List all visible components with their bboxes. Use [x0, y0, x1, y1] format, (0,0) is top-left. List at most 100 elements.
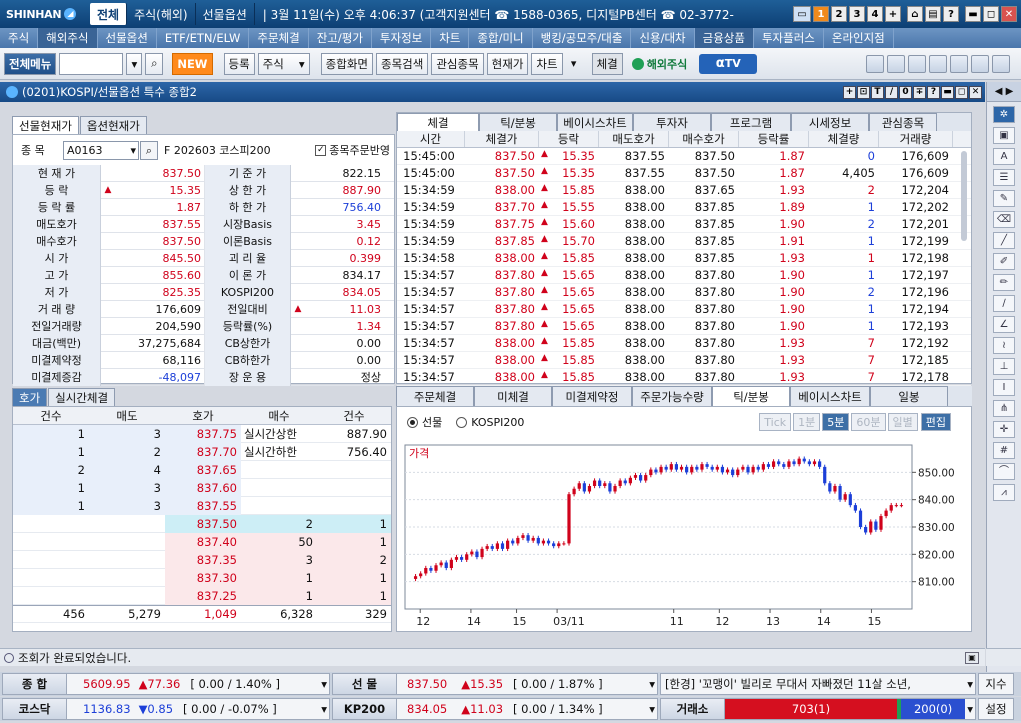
close-button[interactable]: ✕: [1001, 6, 1017, 22]
exchange-bar[interactable]: 거래소 703(1) 200(0) ▾: [660, 698, 976, 720]
monitor-icon[interactable]: ▭: [793, 6, 811, 22]
tab-hoga[interactable]: 호가: [12, 388, 48, 406]
tick-tab[interactable]: 투자자: [633, 113, 711, 131]
page-1-button[interactable]: 1: [813, 6, 829, 22]
page-3-button[interactable]: 3: [849, 6, 865, 22]
print-icon[interactable]: [866, 54, 884, 73]
radio-kospi200[interactable]: [456, 416, 468, 428]
rail-pen-icon[interactable]: ✐: [993, 253, 1015, 270]
overview-button[interactable]: 종합화면: [320, 52, 373, 75]
menu-item-products[interactable]: 금융상품: [694, 28, 754, 48]
layout-load-icon[interactable]: [950, 54, 968, 73]
lock-icon[interactable]: [971, 54, 989, 73]
menu-item-credit[interactable]: 신용/대차: [631, 28, 695, 48]
rail-marker-icon[interactable]: ✏: [993, 274, 1015, 291]
tick-tab[interactable]: 프로그램: [711, 113, 791, 131]
help-icon[interactable]: ?: [943, 6, 959, 22]
menu-item-plus[interactable]: 투자플러스: [754, 28, 824, 48]
window-add-button[interactable]: +: [843, 85, 856, 99]
ask-price[interactable]: 837.70: [165, 442, 241, 461]
rail-fib-icon[interactable]: ⋔: [993, 400, 1015, 417]
menu-item-overseas[interactable]: 해외주식: [38, 28, 98, 48]
rail-zigzag-icon[interactable]: ≀: [993, 337, 1015, 354]
price-chart[interactable]: 가격 850.00 840.00 830.00 820.00 810.00 12 14 15 03…: [397, 437, 971, 631]
menu-item-info[interactable]: 투자정보: [372, 28, 432, 48]
ticker-futures[interactable]: 선 물 837.50 ▲15.35 [ 0.00 / 1.87% ] ▾: [332, 673, 658, 695]
rail-gear-icon[interactable]: ✲: [993, 106, 1015, 123]
rail-list-icon[interactable]: ☰: [993, 169, 1015, 186]
page-add-button[interactable]: +: [885, 6, 901, 22]
register-button[interactable]: 등록: [223, 52, 255, 75]
chevron-down-icon[interactable]: ▾: [321, 702, 329, 716]
ticker-kosdaq[interactable]: 코스닥 1136.83 ▼0.85 [ 0.00 / -0.07% ] ▾: [2, 698, 330, 720]
menu-item-stock[interactable]: 주식: [0, 28, 39, 48]
category-select[interactable]: 주식 ▾: [257, 52, 310, 75]
window-close-button[interactable]: ✕: [969, 85, 982, 99]
index-button[interactable]: 지수: [978, 673, 1014, 695]
rail-cross-icon[interactable]: ✛: [993, 421, 1015, 438]
more-icon[interactable]: ▾: [566, 57, 582, 70]
menu-item-mini[interactable]: 종합/미니: [469, 28, 533, 48]
ticker-composite[interactable]: 종 합 5609.95 ▲77.36 [ 0.00 / 1.40% ] ▾: [2, 673, 330, 695]
window-pin-button[interactable]: ∓: [913, 85, 926, 99]
min60-button[interactable]: 60분: [851, 413, 886, 431]
chart-tab[interactable]: 미결제약정: [552, 386, 632, 406]
chevron-down-icon[interactable]: ▾: [649, 702, 657, 716]
rail-hline-icon[interactable]: Ⅰ: [993, 379, 1015, 396]
settings-button[interactable]: 설정: [978, 698, 1014, 720]
bid-price[interactable]: 837.35: [165, 550, 241, 569]
menu-item-etf[interactable]: ETF/ETN/ELW: [157, 28, 250, 48]
ask-price[interactable]: 837.60: [165, 478, 241, 497]
settings-icon[interactable]: [908, 54, 926, 73]
min1-button[interactable]: 1분: [793, 413, 821, 431]
page-2-button[interactable]: 2: [831, 6, 847, 22]
window-minimize-button[interactable]: ▬: [941, 85, 954, 99]
maximize-button[interactable]: ◻: [983, 6, 999, 22]
rail-screen-icon[interactable]: ▣: [993, 127, 1015, 144]
bid-price[interactable]: 837.30: [165, 568, 241, 587]
bid-price[interactable]: 837.50: [165, 514, 241, 533]
chart-tab[interactable]: 일봉: [870, 386, 948, 406]
code-input[interactable]: A0163 ▾: [63, 140, 139, 160]
menu-item-banking[interactable]: 뱅킹/공모주/대출: [533, 28, 632, 48]
menu-item-order[interactable]: 주문체결: [249, 28, 309, 48]
calculator-icon[interactable]: [887, 54, 905, 73]
rail-fan-icon[interactable]: ⩘: [993, 484, 1015, 501]
order-link-checkbox[interactable]: ✓ 종목주문반영: [315, 142, 394, 158]
rail-grid-icon[interactable]: #: [993, 442, 1015, 459]
home-icon[interactable]: ⌂: [907, 6, 923, 22]
tab-all[interactable]: 전체: [90, 3, 128, 25]
chart-tab[interactable]: 주문체결: [396, 386, 474, 406]
ask-price[interactable]: 837.75: [165, 424, 241, 443]
tab-options-quote[interactable]: 옵션현재가: [79, 116, 147, 135]
edit-button[interactable]: 편집: [920, 413, 951, 431]
layout-save-icon[interactable]: [929, 54, 947, 73]
ticker-kp200[interactable]: KP200 834.05 ▲11.03 [ 0.00 / 1.34% ] ▾: [332, 698, 658, 720]
tab-futures-options[interactable]: 선물옵션: [196, 3, 255, 25]
rail-line-icon[interactable]: ╱: [993, 232, 1015, 249]
rail-eraser-icon[interactable]: ⌫: [993, 211, 1015, 228]
radio-futures[interactable]: [407, 416, 418, 428]
search-icon[interactable]: ⌕: [145, 52, 164, 75]
chevron-down-icon[interactable]: ▾: [649, 677, 657, 691]
window-maximize-button[interactable]: ◻: [955, 85, 968, 99]
layout-icon[interactable]: ▤: [925, 6, 941, 22]
watchlist-button[interactable]: 관심종목: [431, 52, 484, 75]
window-zero-button[interactable]: 0: [899, 85, 912, 99]
tick-scrollbar[interactable]: [961, 151, 967, 241]
chart-tab[interactable]: 베이시스차트: [790, 386, 870, 406]
chevron-down-icon[interactable]: ▾: [965, 702, 975, 716]
chart-tab[interactable]: 틱/분봉: [712, 386, 790, 406]
alpha-tv-button[interactable]: α TV: [699, 53, 758, 74]
account-icon[interactable]: [992, 54, 1010, 73]
page-4-button[interactable]: 4: [867, 6, 883, 22]
chevron-down-icon[interactable]: ▾: [321, 677, 329, 691]
chevron-down-icon[interactable]: ▾: [967, 677, 975, 691]
screen-number-input[interactable]: [59, 52, 124, 75]
rail-brush-icon[interactable]: ✎: [993, 190, 1015, 207]
menu-item-branch[interactable]: 온라인지점: [824, 28, 894, 48]
bid-price[interactable]: 837.40: [165, 532, 241, 551]
settle-button[interactable]: 체결: [591, 52, 623, 75]
rail-angle-icon[interactable]: ∠: [993, 316, 1015, 333]
tick-button[interactable]: Tick: [759, 413, 792, 431]
